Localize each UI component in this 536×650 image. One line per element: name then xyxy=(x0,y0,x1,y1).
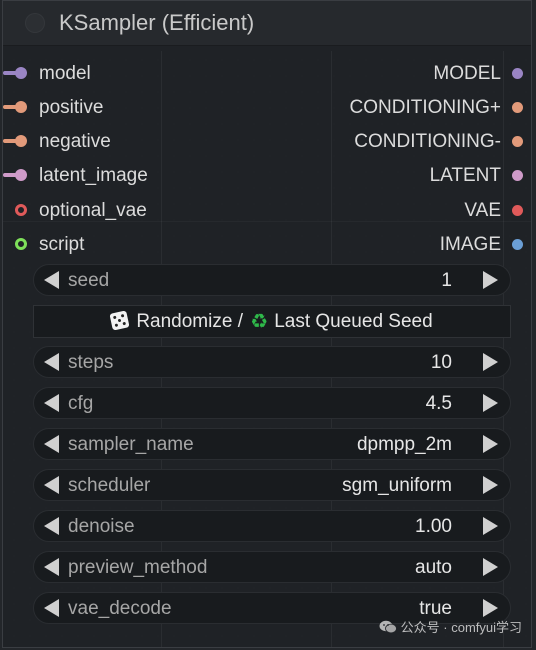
input-label-latent-image: latent_image xyxy=(39,165,148,186)
input-label-optional-vae: optional_vae xyxy=(39,200,147,221)
decrement-arrow-icon[interactable] xyxy=(44,558,59,576)
watermark-text: 公众号 · comfyui学习 xyxy=(400,620,522,635)
widget-name: cfg xyxy=(68,393,94,414)
increment-arrow-icon[interactable] xyxy=(483,271,498,289)
wechat-icon xyxy=(379,620,397,634)
output-label-conditioning-positive: CONDITIONING+ xyxy=(349,97,501,118)
decrement-arrow-icon[interactable] xyxy=(44,476,59,494)
widget-value[interactable]: auto xyxy=(415,557,452,579)
scheduler-widget[interactable]: scheduler sgm_uniform xyxy=(33,469,511,501)
preview-method-widget[interactable]: preview_method auto xyxy=(33,551,511,583)
io-row-model: model MODEL xyxy=(3,59,531,89)
widget-name: sampler_name xyxy=(68,434,194,455)
output-slot-image-icon[interactable] xyxy=(512,239,523,250)
io-row-latent: latent_image LATENT xyxy=(3,161,531,191)
randomize-last-queued-seed-button[interactable]: Randomize / ♻ Last Queued Seed xyxy=(33,305,511,338)
seed-widget[interactable]: seed 1 xyxy=(33,264,511,296)
widget-value[interactable]: sgm_uniform xyxy=(342,475,452,497)
collapse-toggle-icon[interactable] xyxy=(25,13,45,33)
recycle-icon: ♻ xyxy=(250,311,269,333)
input-slot-model-icon[interactable] xyxy=(15,67,27,79)
io-row-vae: optional_vae VAE xyxy=(3,196,531,226)
output-slot-latent-icon[interactable] xyxy=(512,170,523,181)
input-label-negative: negative xyxy=(39,131,111,152)
widget-name: steps xyxy=(68,352,114,373)
widget-value[interactable]: 10 xyxy=(431,352,452,374)
decrement-arrow-icon[interactable] xyxy=(44,271,59,289)
io-row-script: script IMAGE xyxy=(3,230,531,260)
input-label-positive: positive xyxy=(39,97,104,118)
widget-value[interactable]: 4.5 xyxy=(426,393,452,415)
ksampler-efficient-node[interactable]: KSampler (Efficient) model MODEL positiv… xyxy=(2,0,532,648)
widget-value[interactable]: 1 xyxy=(441,270,452,292)
denoise-widget[interactable]: denoise 1.00 xyxy=(33,510,511,542)
randomize-label: Randomize / xyxy=(136,311,243,332)
output-label-image: IMAGE xyxy=(439,234,501,255)
sampler-name-widget[interactable]: sampler_name dpmpp_2m xyxy=(33,428,511,460)
increment-arrow-icon[interactable] xyxy=(483,353,498,371)
widget-name: vae_decode xyxy=(68,598,172,619)
steps-widget[interactable]: steps 10 xyxy=(33,346,511,378)
output-label-vae: VAE xyxy=(464,200,501,221)
increment-arrow-icon[interactable] xyxy=(483,599,498,617)
decrement-arrow-icon[interactable] xyxy=(44,394,59,412)
widget-value[interactable]: dpmpp_2m xyxy=(357,434,452,456)
input-slot-latent-image-icon[interactable] xyxy=(15,169,27,181)
widget-value[interactable]: 1.00 xyxy=(415,516,452,538)
decrement-arrow-icon[interactable] xyxy=(44,517,59,535)
last-queued-seed-label: Last Queued Seed xyxy=(274,311,433,332)
input-label-script: script xyxy=(39,234,85,255)
increment-arrow-icon[interactable] xyxy=(483,476,498,494)
widget-name: scheduler xyxy=(68,475,151,496)
input-slot-positive-icon[interactable] xyxy=(15,101,27,113)
watermark: 公众号 · comfyui学习 xyxy=(379,617,522,636)
node-title-bar[interactable]: KSampler (Efficient) xyxy=(3,1,531,46)
input-slot-negative-icon[interactable] xyxy=(15,135,27,147)
increment-arrow-icon[interactable] xyxy=(483,394,498,412)
input-slot-script-icon[interactable] xyxy=(15,238,27,250)
output-label-latent: LATENT xyxy=(429,165,501,186)
dice-icon xyxy=(109,310,130,331)
output-label-conditioning-negative: CONDITIONING- xyxy=(354,131,501,152)
cfg-widget[interactable]: cfg 4.5 xyxy=(33,387,511,419)
increment-arrow-icon[interactable] xyxy=(483,517,498,535)
increment-arrow-icon[interactable] xyxy=(483,435,498,453)
output-slot-conditioning-positive-icon[interactable] xyxy=(512,102,523,113)
widget-name: seed xyxy=(68,270,110,291)
output-slot-conditioning-negative-icon[interactable] xyxy=(512,136,523,147)
widget-name: denoise xyxy=(68,516,135,537)
node-title: KSampler (Efficient) xyxy=(59,10,255,35)
input-label-model: model xyxy=(39,63,91,84)
decrement-arrow-icon[interactable] xyxy=(44,435,59,453)
output-slot-vae-icon[interactable] xyxy=(512,205,523,216)
io-row-negative: negative CONDITIONING- xyxy=(3,127,531,157)
output-slot-model-icon[interactable] xyxy=(512,68,523,79)
input-slot-optional-vae-icon[interactable] xyxy=(15,204,27,216)
decrement-arrow-icon[interactable] xyxy=(44,599,59,617)
increment-arrow-icon[interactable] xyxy=(483,558,498,576)
decrement-arrow-icon[interactable] xyxy=(44,353,59,371)
output-label-model: MODEL xyxy=(433,63,501,84)
widget-name: preview_method xyxy=(68,557,208,578)
io-row-positive: positive CONDITIONING+ xyxy=(3,93,531,123)
